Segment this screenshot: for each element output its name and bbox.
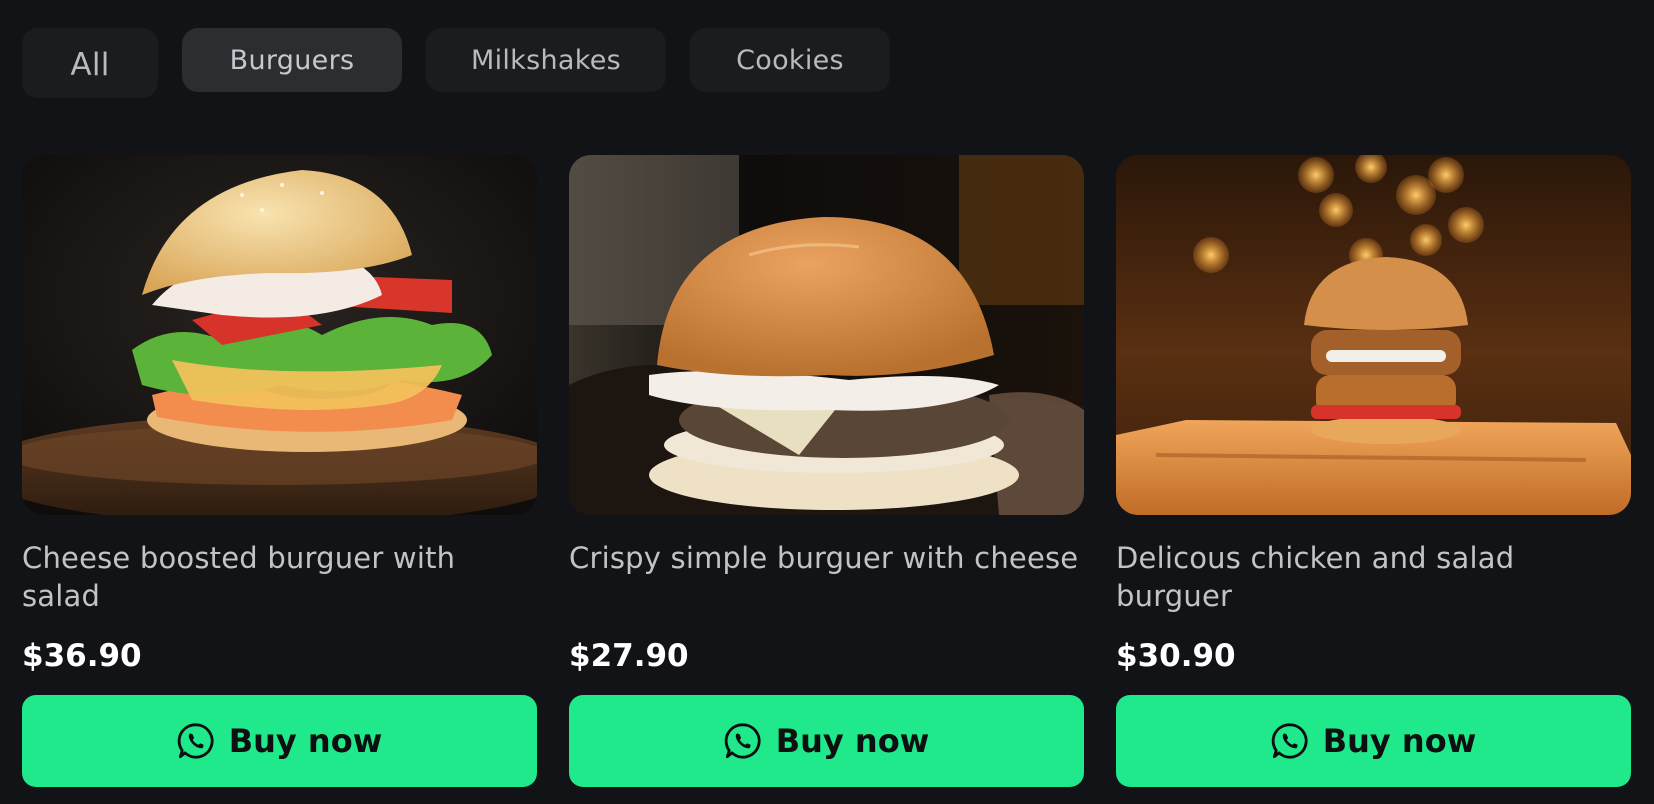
product-image[interactable] [569,155,1084,515]
product-price: $27.90 [569,638,689,674]
product-image[interactable] [1116,155,1631,515]
product-card: Delicous chicken and salad burguer $30.9… [1116,155,1631,787]
product-image[interactable] [22,155,537,515]
buy-now-label: Buy now [228,722,383,760]
tab-cookies[interactable]: Cookies [690,28,890,92]
tab-milkshakes[interactable]: Milkshakes [426,28,666,92]
buy-now-label: Buy now [1322,722,1477,760]
product-title: Cheese boosted burguer with salad [22,541,456,613]
product-price: $36.90 [22,638,142,674]
whatsapp-icon [1271,722,1309,760]
product-title: Delicous chicken and salad burguer [1116,541,1515,613]
product-price: $30.90 [1116,638,1236,674]
product-title: Crispy simple burguer with cheese [569,541,1079,575]
product-card: Cheese boosted burguer with salad $36.90… [22,155,537,787]
buy-now-button[interactable]: Buy now [1116,695,1631,787]
buy-now-button[interactable]: Buy now [569,695,1084,787]
buy-now-button[interactable]: Buy now [22,695,537,787]
tab-all[interactable]: All [22,28,158,98]
product-card: Crispy simple burguer with cheese $27.90… [569,155,1084,787]
buy-now-label: Buy now [775,722,930,760]
whatsapp-icon [724,722,762,760]
category-tabs: All Burguers Milkshakes Cookies [22,28,890,98]
whatsapp-icon [177,722,215,760]
tab-burguers[interactable]: Burguers [182,28,402,92]
product-grid: Cheese boosted burguer with salad $36.90… [22,155,1631,787]
